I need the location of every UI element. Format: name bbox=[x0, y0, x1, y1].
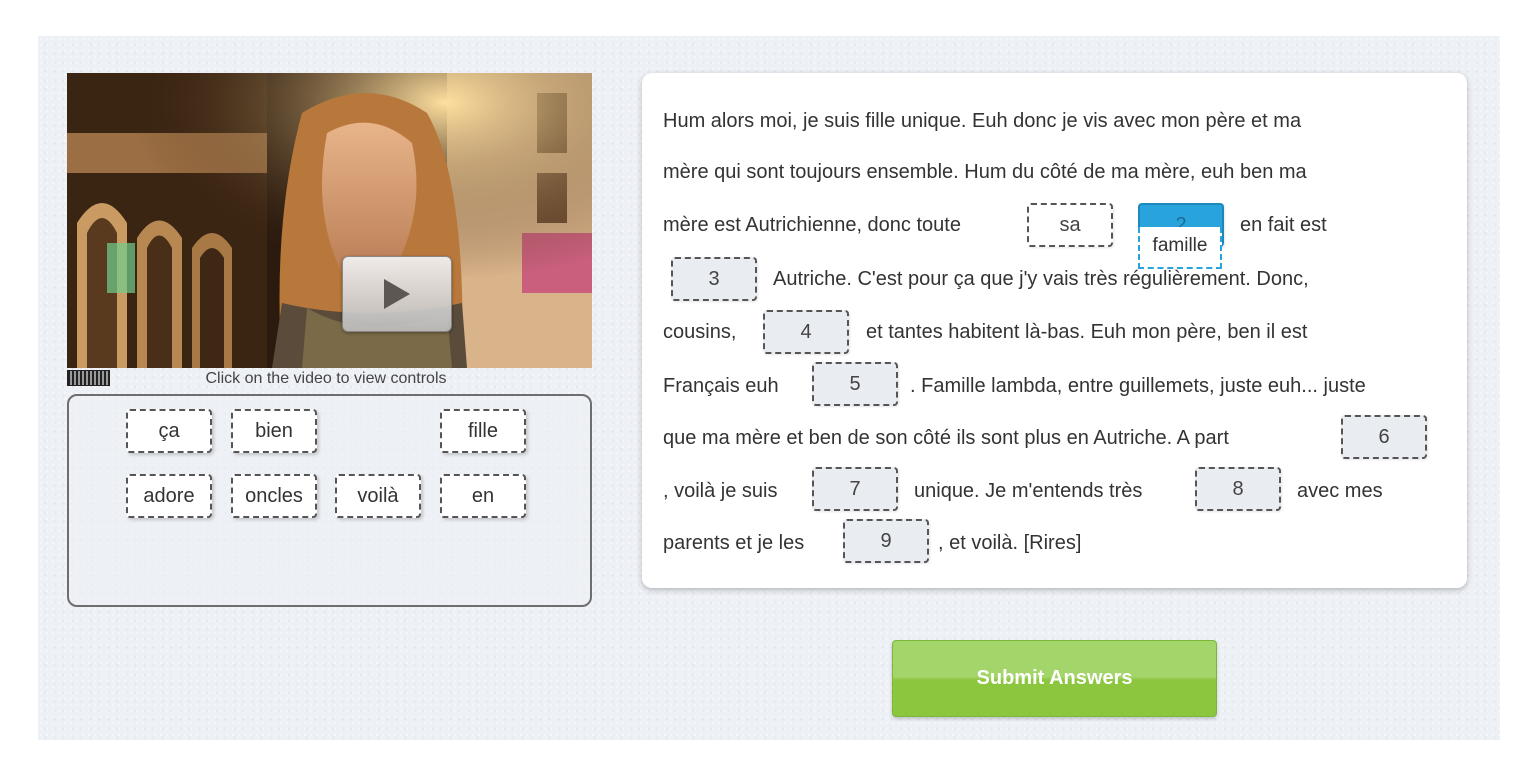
play-button[interactable] bbox=[342, 256, 452, 332]
passage-line: cousins, bbox=[663, 321, 737, 343]
gap-6[interactable]: 6 bbox=[1341, 415, 1427, 459]
passage-line: parents et je les bbox=[663, 532, 805, 554]
word-chip-en[interactable]: en bbox=[440, 474, 526, 518]
passage-line: et tantes habitent là-bas. Euh mon père,… bbox=[866, 321, 1308, 343]
video-thumbnail bbox=[67, 73, 592, 368]
passage-line: Hum alors moi, je suis fille unique. Euh… bbox=[663, 110, 1302, 132]
gap-8[interactable]: 8 bbox=[1195, 467, 1281, 511]
passage-line: Français euh bbox=[663, 375, 779, 397]
passage-line: que ma mère et ben de son côté ils sont … bbox=[663, 427, 1229, 449]
video-hint-text: Click on the video to view controls bbox=[205, 370, 447, 387]
gap-9[interactable]: 9 bbox=[843, 519, 929, 563]
passage-line: . Famille lambda, entre guillemets, just… bbox=[910, 375, 1366, 397]
passage-line: , et voilà. [Rires] bbox=[938, 532, 1082, 554]
gap-3[interactable]: 3 bbox=[671, 257, 757, 301]
gap-5[interactable]: 5 bbox=[812, 362, 898, 406]
passage-line: en fait est bbox=[1240, 214, 1327, 236]
word-chip-oncles[interactable]: oncles bbox=[231, 474, 317, 518]
word-chip-fille[interactable]: fille bbox=[440, 409, 526, 453]
submit-answers-button[interactable]: Submit Answers bbox=[892, 640, 1217, 717]
passage-line: avec mes bbox=[1297, 480, 1383, 502]
dragged-word-famille[interactable]: famille bbox=[1138, 227, 1222, 269]
gap-7[interactable]: 7 bbox=[812, 467, 898, 511]
passage-line: Autriche. C'est pour ça que j'y vais trè… bbox=[773, 268, 1309, 290]
word-chip-ca[interactable]: ça bbox=[126, 409, 212, 453]
word-chip-bien[interactable]: bien bbox=[231, 409, 317, 453]
video-player[interactable]: thisislanguage bbox=[67, 73, 592, 368]
word-chip-voila[interactable]: voilà bbox=[335, 474, 421, 518]
play-icon bbox=[384, 279, 410, 309]
word-chip-adore[interactable]: adore bbox=[126, 474, 212, 518]
gap-1[interactable]: sa bbox=[1027, 203, 1113, 247]
keyboard-icon[interactable] bbox=[67, 370, 110, 386]
passage-line: mère est Autrichienne, donc toute bbox=[663, 214, 961, 236]
passage-line: mère qui sont toujours ensemble. Hum du … bbox=[663, 161, 1307, 183]
passage-line: , voilà je suis bbox=[663, 480, 778, 502]
gap-4[interactable]: 4 bbox=[763, 310, 849, 354]
passage-line: unique. Je m'entends très bbox=[914, 480, 1143, 502]
